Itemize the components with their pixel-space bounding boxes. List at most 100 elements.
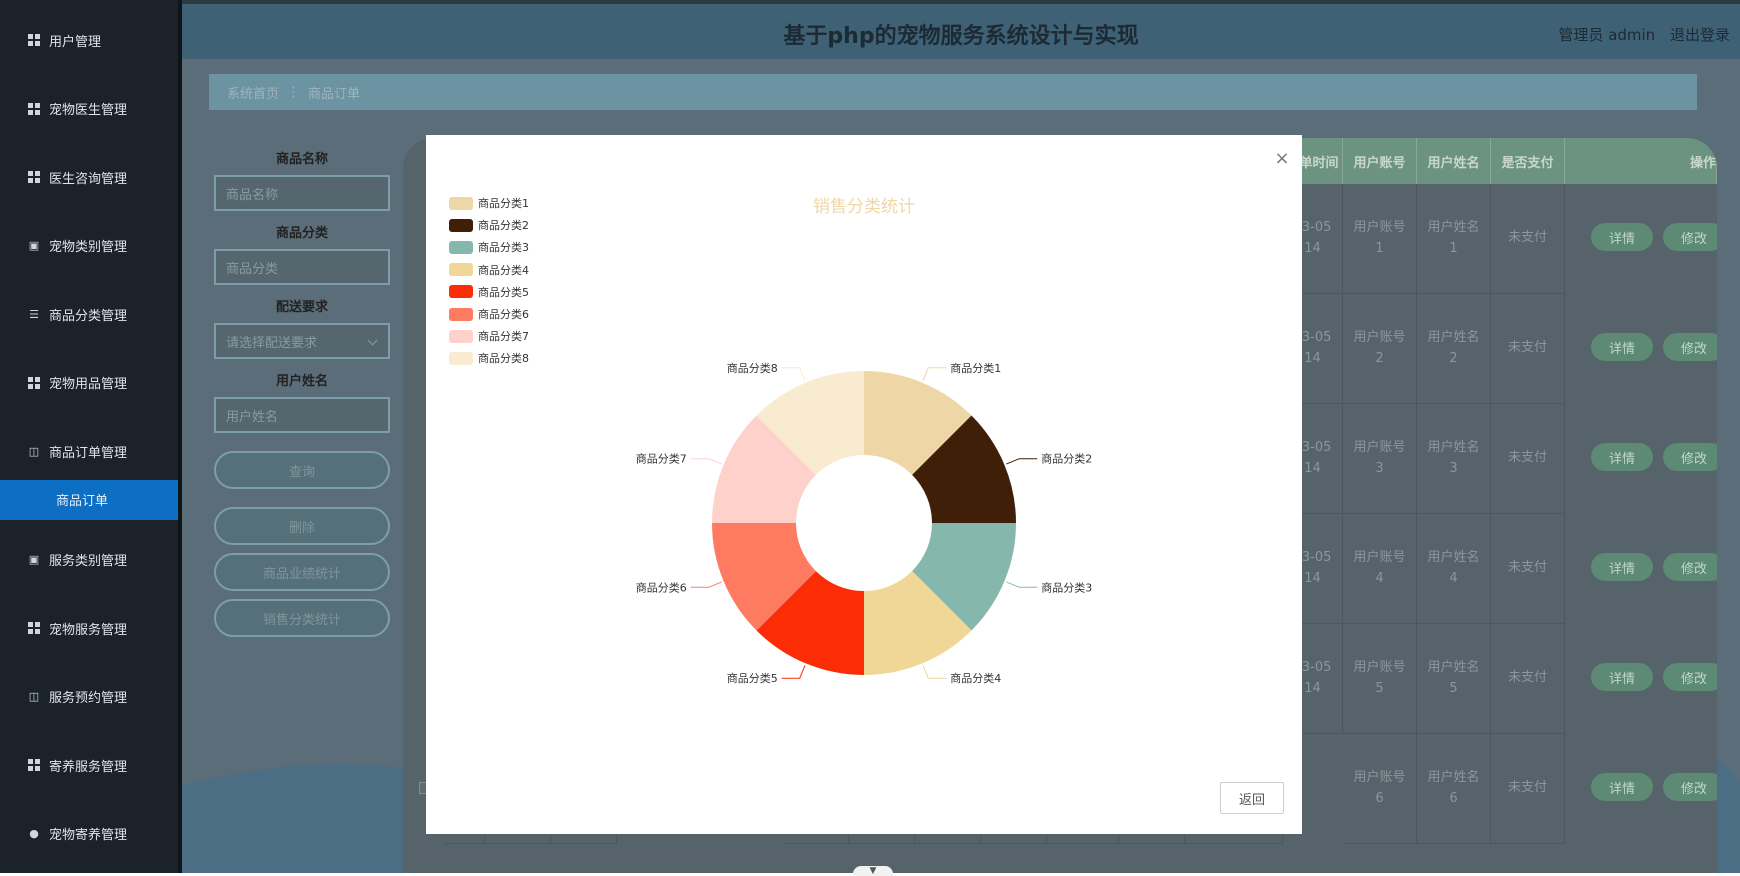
sidebar-item-label: 宠物类别管理 (49, 240, 128, 256)
detail-button[interactable]: 详情 (1591, 553, 1653, 581)
edit-button[interactable]: 修改 (1663, 223, 1717, 251)
slice-label-line (922, 367, 947, 381)
slice-label-line (690, 581, 722, 588)
admin-label: 管理员 admin (1558, 26, 1656, 44)
sidebar-item-11[interactable]: ● 宠物寄养管理 (0, 800, 178, 869)
slice-label: 商品分类1 (950, 361, 1001, 375)
grid-icon (28, 102, 40, 115)
edit-button[interactable]: 修改 (1663, 443, 1717, 471)
edit-button[interactable]: 修改 (1663, 663, 1717, 691)
col-user-account: 用户账号 (1343, 138, 1417, 184)
grid-icon (28, 622, 40, 635)
sidebar-item-9[interactable]: ◫ 服务预约管理 (0, 663, 178, 732)
slice-label-line (690, 458, 722, 465)
chat-icon: ▣ (28, 553, 40, 567)
product-category-input[interactable]: 商品分类 (214, 249, 390, 285)
col-operations: 操作 (1565, 138, 1717, 184)
edit-button[interactable]: 修改 (1663, 333, 1717, 361)
sidebar-item-0[interactable]: 用户管理 (0, 6, 178, 75)
grid-icon (28, 759, 40, 772)
user-name-cell: 用户姓名 5 (1417, 624, 1491, 734)
clipboard-icon: ◫ (28, 690, 40, 704)
query-button[interactable]: 查询 (214, 451, 390, 489)
collapse-handle-icon[interactable]: ▼ (853, 866, 893, 876)
sidebar-item-label: 医生咨询管理 (49, 171, 128, 187)
paid-status-cell: 未支付 (1491, 294, 1565, 404)
page-title: 基于php的宠物服务系统设计与实现 (783, 24, 1139, 49)
edit-button[interactable]: 修改 (1663, 553, 1717, 581)
sidebar-item-1[interactable]: 宠物医生管理 (0, 75, 178, 144)
sidebar-item-label: 宠物用品管理 (49, 377, 128, 393)
sidebar-item-2[interactable]: 医生咨询管理 (0, 143, 178, 212)
sidebar-item-label: 商品分类管理 (49, 308, 128, 324)
delete-button[interactable]: 删除 (214, 507, 390, 545)
col-paid: 是否支付 (1491, 138, 1565, 184)
grid-icon (28, 34, 40, 47)
sidebar-subitem-product-orders[interactable]: 商品订单 (0, 479, 178, 520)
sidebar-item-4[interactable]: ☰ 商品分类管理 (0, 280, 178, 349)
user-name-cell: 用户姓名 3 (1417, 404, 1491, 514)
col-user-name: 用户姓名 (1417, 138, 1491, 184)
clipboard-icon: ◫ (28, 444, 40, 458)
slice-label-line (781, 665, 806, 679)
donut-chart: 商品分类1 商品分类2 商品分类3 商品分类4 商品分类5 商品分类6 商品分类7 商品分类8 (636, 361, 1092, 685)
user-name-label: 用户姓名 (275, 374, 328, 389)
user-icon: ● (29, 827, 39, 841)
paid-status-cell: 未支付 (1491, 404, 1565, 514)
detail-button[interactable]: 详情 (1591, 333, 1653, 361)
header-user-area: 管理员 admin 退出登录 (1548, 24, 1730, 45)
header: 基于php的宠物服务系统设计与实现 管理员 admin 退出登录 (182, 4, 1740, 59)
sales-category-stats-button[interactable]: 销售分类统计 (214, 599, 390, 637)
slice-label: 商品分类3 (1041, 580, 1092, 594)
sidebar-item-label: 宠物服务管理 (49, 622, 128, 638)
product-name-input[interactable]: 商品名称 (214, 175, 390, 211)
grid-icon (28, 171, 40, 184)
sidebar-item-label: 服务类别管理 (49, 554, 128, 570)
user-name-cell: 用户姓名 1 (1417, 184, 1491, 294)
sidebar-item-label: 商品订单管理 (49, 445, 128, 461)
product-name-label: 商品名称 (275, 152, 328, 167)
user-name-input[interactable]: 用户姓名 (214, 397, 390, 433)
sidebar-item-3[interactable]: ▣ 宠物类别管理 (0, 212, 178, 281)
grid-icon (28, 376, 40, 389)
user-name-cell: 用户姓名 4 (1417, 514, 1491, 624)
sidebar-item-label: 寄养服务管理 (49, 759, 128, 775)
slice-label: 商品分类5 (727, 671, 778, 685)
delivery-select[interactable]: 请选择配送要求 (214, 323, 390, 359)
sidebar-item-label: 宠物寄养管理 (49, 828, 128, 844)
sales-category-modal: × 销售分类统计 商品分类1 商品分类2 商品分类3 商品分类4 商品分类5 商品分类6 商… (426, 135, 1302, 834)
sidebar-menu: 用户管理 宠物医生管理 医生咨询管理 ▣ 宠物类别管理 ☰ 商品分类管理 宠物用品管理 ◫ 商品订… (0, 6, 178, 868)
ops-header-label: 操作 (1689, 155, 1716, 171)
slice-label: 商品分类7 (636, 452, 687, 466)
sidebar-item-label: 服务预约管理 (49, 691, 128, 707)
sidebar-item-6[interactable]: ◫ 商品订单管理 (0, 417, 178, 486)
return-button[interactable]: 返回 (1220, 782, 1284, 814)
user-account-cell: 用户账号 5 (1343, 624, 1417, 734)
logout-link[interactable]: 退出登录 (1670, 26, 1730, 44)
detail-button[interactable]: 详情 (1591, 663, 1653, 691)
breadcrumb-separator: ⋮ (287, 84, 301, 100)
sidebar-item-7[interactable]: ▣ 服务类别管理 (0, 526, 178, 595)
delivery-label: 配送要求 (275, 300, 328, 315)
user-account-cell: 用户账号 3 (1343, 404, 1417, 514)
sidebar-item-8[interactable]: 宠物服务管理 (0, 594, 178, 663)
breadcrumb-home[interactable]: 系统首页 (227, 83, 279, 102)
detail-button[interactable]: 详情 (1591, 443, 1653, 471)
slice-label: 商品分类8 (727, 361, 778, 375)
paid-status-cell: 未支付 (1491, 624, 1565, 734)
detail-button[interactable]: 详情 (1591, 223, 1653, 251)
sidebar-item-label: 用户管理 (49, 34, 102, 50)
paid-status-cell: 未支付 (1491, 184, 1565, 294)
breadcrumb: 系统首页 ⋮ 商品订单 (209, 74, 1697, 110)
slice-label-line (1006, 581, 1038, 588)
sidebar-item-5[interactable]: 宠物用品管理 (0, 349, 178, 418)
slice-label-line (922, 665, 947, 679)
user-name-cell: 用户姓名 2 (1417, 294, 1491, 404)
sidebar-item-10[interactable]: 寄养服务管理 (0, 731, 178, 800)
breadcrumb-current: 商品订单 (308, 86, 361, 102)
slice-label-line (1006, 458, 1038, 465)
slice-label-line (781, 367, 806, 381)
user-account-cell: 用户账号 2 (1343, 294, 1417, 404)
user-account-cell: 用户账号 1 (1343, 184, 1417, 294)
product-stats-button[interactable]: 商品业绩统计 (214, 553, 390, 591)
